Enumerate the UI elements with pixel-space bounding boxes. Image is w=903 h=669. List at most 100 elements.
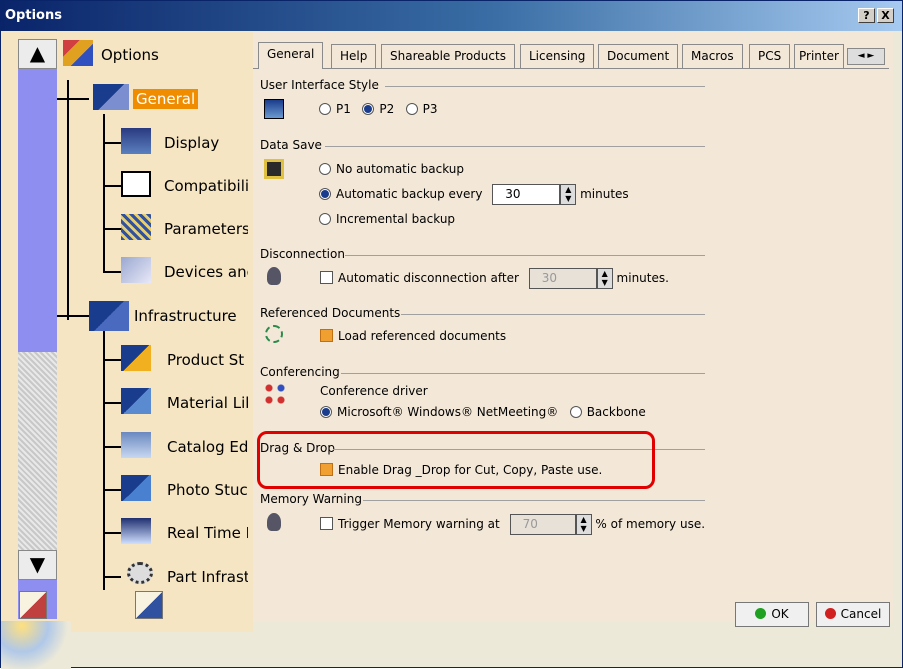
tree-item-general[interactable]: General: [133, 89, 199, 109]
radio-p1[interactable]: P1: [319, 102, 351, 116]
memory-stepper[interactable]: 70 ▲ ▼: [509, 514, 592, 535]
radio-backbone[interactable]: Backbone: [569, 405, 646, 419]
lightbulb-icon: [267, 513, 281, 531]
tree-line: [103, 185, 121, 187]
tree-item-options[interactable]: Options: [101, 46, 159, 64]
radio-label: P3: [422, 102, 438, 116]
section-rule: [385, 86, 705, 87]
devices-icon: [121, 257, 151, 283]
radio-label: P1: [336, 102, 351, 116]
radio-button[interactable]: [319, 213, 331, 225]
tree-line: [103, 142, 121, 144]
data-save-no-backup[interactable]: No automatic backup: [319, 162, 464, 176]
tree-item-devices[interactable]: Devices anc: [164, 263, 248, 281]
tree-item-photo-studio[interactable]: Photo Stuc: [167, 481, 248, 499]
radio-button[interactable]: [320, 406, 332, 418]
tree-line: [103, 228, 121, 230]
section-title-referenced-docs: Referenced Documents: [260, 306, 401, 320]
conference-driver-label: Conference driver: [320, 384, 428, 398]
section-rule: [325, 146, 705, 147]
tab-licensing[interactable]: Licensing: [520, 44, 595, 68]
infrastructure-icon: [89, 301, 129, 331]
tab-pcs[interactable]: PCS: [749, 44, 791, 68]
tree-item-part-infrastructure[interactable]: Part Infrast: [167, 568, 248, 586]
memory-input[interactable]: 70: [509, 514, 576, 535]
part-infrastructure-icon: [127, 562, 153, 584]
real-time-icon: [121, 518, 151, 544]
title-bar[interactable]: Options ? X: [1, 1, 902, 31]
tree-item-real-time[interactable]: Real Time F: [167, 524, 248, 542]
spin-arrows[interactable]: ▲ ▼: [575, 514, 592, 535]
backup-unit-label: minutes: [580, 187, 629, 201]
radio-label: Microsoft® Windows® NetMeeting®: [337, 405, 559, 419]
disconnect-stepper[interactable]: 30 ▲ ▼: [528, 268, 613, 289]
tree-item-catalog-editor[interactable]: Catalog Ed: [167, 438, 248, 456]
tab-printer[interactable]: Printer: [794, 44, 844, 68]
tab-general[interactable]: General: [258, 42, 324, 69]
tree-line: [103, 271, 121, 273]
tree-item-display[interactable]: Display: [164, 134, 219, 152]
radio-netmeeting[interactable]: Microsoft® Windows® NetMeeting®: [320, 405, 558, 419]
cancel-icon: [824, 608, 836, 619]
memory-warning-row: Trigger Memory warning at 70 ▲ ▼ % of memo…: [320, 514, 705, 535]
data-save-auto-backup[interactable]: Automatic backup every 30 ▲ ▼ minutes: [319, 184, 629, 205]
export-settings-icon[interactable]: [135, 591, 163, 619]
spin-arrows[interactable]: ▲ ▼: [560, 184, 577, 205]
radio-button[interactable]: [405, 103, 418, 115]
backup-interval-stepper[interactable]: 30 ▲ ▼: [492, 184, 577, 205]
radio-button[interactable]: [569, 406, 582, 418]
compatibility-icon: [121, 171, 151, 197]
backup-interval-input[interactable]: 30: [492, 184, 561, 205]
radio-p3[interactable]: P3: [405, 102, 438, 116]
radio-button[interactable]: [362, 103, 375, 115]
help-button[interactable]: ?: [858, 8, 875, 23]
catalog-editor-icon: [121, 432, 151, 458]
section-rule: [401, 314, 705, 315]
memory-unit-label: % of memory use.: [595, 517, 706, 531]
load-referenced-row[interactable]: Load referenced documents: [320, 329, 506, 343]
tree-item-product-structure[interactable]: Product St: [167, 351, 244, 369]
radio-button[interactable]: [319, 103, 331, 115]
highlight-annotation: [257, 431, 655, 489]
radio-button[interactable]: [319, 163, 331, 175]
tree-line: [103, 489, 121, 491]
section-rule: [345, 255, 705, 256]
tree-line: [67, 80, 69, 320]
memory-warning-checkbox[interactable]: [320, 517, 333, 530]
parameters-icon: [121, 214, 151, 240]
conferencing-icon: [263, 382, 287, 406]
tree-item-parameters[interactable]: Parameters: [164, 220, 248, 238]
tree-line: [103, 446, 121, 448]
section-title-data-save: Data Save: [260, 138, 322, 152]
cancel-button[interactable]: Cancel: [816, 602, 890, 627]
auto-disconnect-checkbox[interactable]: [320, 271, 333, 284]
tab-scroll-arrows[interactable]: ◄ ►: [847, 48, 885, 65]
cancel-label: Cancel: [840, 607, 882, 621]
radio-label: P2: [379, 102, 395, 116]
data-save-incremental[interactable]: Incremental backup: [319, 212, 455, 226]
tree-line: [103, 114, 105, 272]
load-referenced-checkbox[interactable]: [320, 329, 333, 342]
tree-item-compatibility[interactable]: Compatibilit: [164, 177, 248, 195]
options-tree-icon: [63, 40, 93, 66]
ok-label: OK: [771, 607, 789, 621]
tab-macros[interactable]: Macros: [682, 44, 743, 68]
tree-item-label: General: [133, 89, 199, 109]
tree-line: [57, 315, 89, 317]
tree-line: [103, 402, 121, 404]
tree-item-infrastructure[interactable]: Infrastructure: [134, 307, 237, 325]
tab-shareable-products[interactable]: Shareable Products: [381, 44, 515, 68]
tab-document[interactable]: Document: [598, 44, 679, 68]
close-button[interactable]: X: [877, 8, 894, 23]
general-tab-content: User Interface Style P1 P2 P3 Data Save …: [253, 68, 889, 618]
disconnect-input[interactable]: 30: [528, 268, 597, 289]
tree-item-material-library[interactable]: Material Lib: [167, 394, 248, 412]
radio-p2[interactable]: P2: [362, 102, 394, 116]
spin-arrows[interactable]: ▲ ▼: [596, 268, 613, 289]
radio-button[interactable]: [319, 188, 331, 200]
ok-button[interactable]: OK: [735, 602, 809, 627]
import-settings-icon[interactable]: [19, 591, 47, 619]
checkbox-label: Load referenced documents: [338, 329, 507, 343]
tab-help[interactable]: Help: [331, 44, 377, 68]
tree-line: [103, 330, 105, 590]
